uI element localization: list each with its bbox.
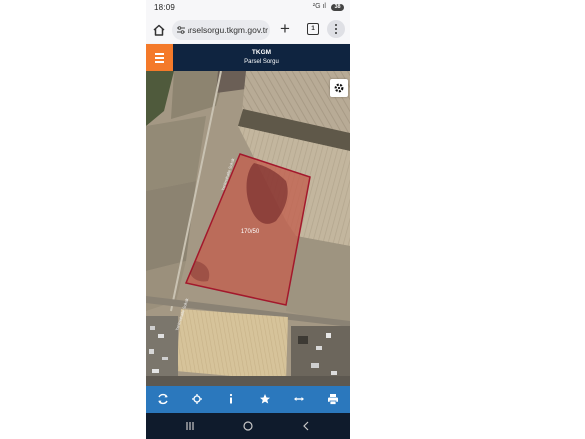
app-header: TKGM Parsel Sorgu <box>146 44 350 71</box>
info-icon[interactable] <box>222 390 240 408</box>
browser-toolbar: parselsorgu.tkgm.gov.tr + 1 <box>146 17 350 43</box>
refresh-icon[interactable] <box>154 390 172 408</box>
settings-button[interactable] <box>330 79 348 97</box>
menu-button[interactable] <box>146 44 173 71</box>
battery-icon: 38 <box>331 4 344 11</box>
star-icon[interactable] <box>256 390 274 408</box>
recent-apps-icon[interactable] <box>184 420 196 432</box>
back-icon[interactable] <box>300 420 312 432</box>
locate-icon[interactable] <box>188 390 206 408</box>
signal-indicator: ²G ıl <box>312 3 326 10</box>
measure-icon[interactable] <box>290 390 308 408</box>
new-tab-button[interactable]: + <box>277 19 293 39</box>
home-icon[interactable] <box>151 22 167 38</box>
print-icon[interactable] <box>324 390 342 408</box>
bottom-toolbar <box>146 386 350 413</box>
status-bar: 18:09 ²G ıl 38 <box>146 0 350 17</box>
system-nav-bar <box>146 413 350 439</box>
gear-icon <box>334 83 344 93</box>
url-text[interactable]: parselsorgu.tkgm.gov.tr <box>188 25 268 35</box>
browser-menu-button[interactable] <box>327 20 345 38</box>
map-imagery[interactable]: 170/50 Yenimahalle Sokak Yenimahalle Sok… <box>146 71 350 386</box>
clock: 18:09 <box>154 3 176 12</box>
app-title: TKGM <box>251 49 272 56</box>
phone-screen: 18:09 ²G ıl 38 parselsorgu.tkgm.gov.tr +… <box>146 0 350 439</box>
app-subtitle: Parsel Sorgu <box>244 59 279 65</box>
address-bar[interactable]: parselsorgu.tkgm.gov.tr <box>172 20 270 40</box>
satellite-map[interactable]: 170/50 Yenimahalle Sokak Yenimahalle Sok… <box>146 71 350 386</box>
parcel-label: 170/50 <box>241 229 260 235</box>
home-button-icon[interactable] <box>242 420 254 432</box>
tab-switcher-button[interactable]: 1 <box>307 23 319 35</box>
site-settings-icon[interactable] <box>176 25 186 35</box>
